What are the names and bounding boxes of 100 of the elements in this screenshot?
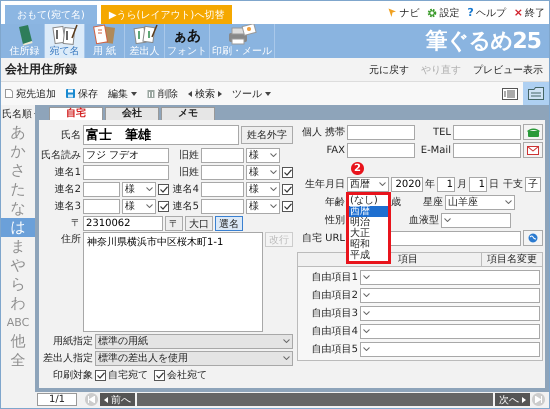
postal-button[interactable]: 選名 (215, 216, 243, 230)
input-field[interactable] (347, 142, 415, 158)
input-field[interactable] (83, 198, 120, 214)
previous-button[interactable]: 前へ (100, 393, 135, 406)
dropdown[interactable]: 様 (122, 182, 156, 196)
dropdown[interactable]: 標準の用紙 (95, 334, 293, 348)
folder-icon (528, 87, 544, 100)
command-button[interactable]: 宛先追加 (5, 86, 56, 100)
menu-link[interactable]: 設定 (427, 6, 460, 20)
record-tab[interactable]: 会社 (105, 107, 159, 120)
postal-button[interactable]: 大口 (185, 216, 213, 230)
input-field[interactable]: 2020 (391, 176, 423, 192)
dropdown[interactable] (360, 270, 540, 284)
checkmark-icon (156, 372, 164, 378)
command-button[interactable]: 削除 (147, 86, 178, 100)
dropdown-option[interactable]: 明治 (349, 216, 388, 228)
envelope-icon (527, 146, 539, 154)
caret-icon (283, 356, 290, 360)
checkbox[interactable] (158, 184, 169, 194)
mail-button[interactable] (523, 142, 543, 158)
input-field[interactable]: 富士 筆雄 (83, 124, 239, 144)
dropdown[interactable]: 様 (122, 198, 156, 214)
caret-icon (270, 187, 277, 191)
caret-down-icon (131, 92, 137, 96)
input-field[interactable] (453, 124, 521, 140)
caret-icon (363, 329, 370, 333)
input-field[interactable] (201, 164, 244, 180)
command-button[interactable]: 検索 (188, 86, 222, 100)
close-icon: × (514, 7, 523, 18)
dropdown[interactable]: 標準の差出人を使用 (95, 350, 293, 366)
action-link[interactable]: 元に戻す (369, 62, 409, 76)
input-field[interactable] (83, 164, 169, 180)
first-page-button[interactable] (85, 393, 98, 406)
menu-link[interactable]: ナビ (388, 6, 420, 20)
input-field[interactable] (453, 142, 521, 158)
postal-button[interactable]: 〒 (165, 216, 183, 230)
input-field[interactable] (201, 182, 244, 196)
input-field[interactable] (83, 182, 120, 196)
caret-icon (363, 347, 370, 351)
list-view-icon (502, 88, 518, 100)
dropdown[interactable] (360, 342, 540, 356)
paper-sheets-icon (92, 24, 118, 46)
dropdown[interactable]: 様 (246, 164, 280, 180)
field-label: 連名3 (54, 200, 81, 213)
caret-icon (270, 170, 277, 174)
toolbar-button[interactable]: 宛て名 (45, 24, 85, 58)
address-field[interactable]: 神奈川県横浜市中区桜木町1-1 (83, 232, 263, 332)
dropdown[interactable]: 山羊座 (445, 194, 515, 210)
checkbox[interactable] (282, 184, 293, 194)
checkbox[interactable] (282, 200, 293, 212)
menu-link[interactable]: ? ヘルプ (467, 6, 506, 20)
field-label: 差出人指定 (42, 352, 93, 365)
dropdown-option[interactable]: 大正 (349, 228, 388, 238)
input-field[interactable]: 1 (437, 176, 455, 192)
checkbox[interactable] (282, 166, 293, 178)
dropdown[interactable]: 様 (246, 182, 280, 196)
last-page-button[interactable] (532, 393, 545, 406)
input-field[interactable] (201, 198, 244, 214)
action-link[interactable]: プレビュー表示 (473, 62, 543, 76)
browser-button[interactable] (523, 230, 543, 246)
checkbox[interactable] (95, 370, 106, 380)
command-button[interactable]: 保存 (66, 86, 98, 100)
checkbox[interactable] (154, 370, 165, 380)
dropdown-option[interactable]: 平成 (349, 250, 388, 260)
field-label: 年齢 (324, 196, 345, 209)
dropdown[interactable] (360, 306, 540, 320)
field-label: 連名2 (54, 182, 81, 196)
next-button[interactable]: 次へ (495, 393, 530, 406)
menu-link[interactable]: × 終了 (514, 6, 545, 20)
dropdown[interactable]: 西暦 (347, 176, 389, 192)
step-number-badge: 2 (351, 162, 364, 174)
view-button[interactable] (523, 82, 549, 105)
cards-pen-icon (52, 24, 78, 46)
input-field[interactable] (347, 124, 415, 140)
command-button[interactable]: 編集 (108, 86, 137, 100)
checkmark-icon (284, 168, 292, 176)
dropdown-option[interactable]: 昭和 (349, 238, 388, 250)
unit-label: 年 (425, 178, 435, 191)
name-glyph-button[interactable]: 姓名外字 (241, 126, 293, 144)
record-tab[interactable]: 自宅 (49, 107, 103, 120)
checkbox[interactable] (158, 200, 169, 212)
zodiac-field[interactable]: 子 (525, 176, 541, 192)
dropdown-option[interactable]: 西暦 (349, 206, 388, 216)
dropdown[interactable] (360, 288, 540, 302)
field-label: 〒 (70, 217, 81, 230)
record-tab[interactable]: メモ (161, 107, 215, 120)
input-field[interactable]: フジ フデオ (83, 148, 169, 162)
font-sample-icon: ぁあ (173, 26, 201, 46)
dropdown[interactable] (441, 212, 511, 228)
caret-left-icon (188, 90, 192, 96)
dropdown[interactable]: 様 (246, 148, 280, 162)
input-field[interactable] (201, 148, 244, 162)
printer-envelope-icon (227, 24, 257, 46)
command-button[interactable]: ツール (232, 86, 271, 100)
input-field[interactable]: 2310062 (83, 216, 163, 230)
dropdown[interactable]: 様 (246, 198, 280, 214)
input-field[interactable]: 1 (469, 176, 487, 192)
dropdown[interactable] (360, 324, 540, 338)
phone-button[interactable] (523, 124, 543, 140)
dropdown-option[interactable]: (なし) (349, 194, 388, 206)
